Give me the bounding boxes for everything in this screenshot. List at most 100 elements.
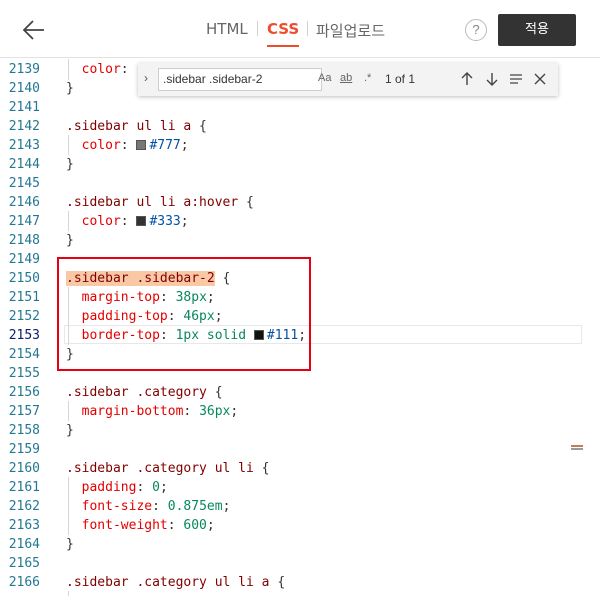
- css-property: color: [81, 214, 121, 229]
- code-line: 2157 margin-bottom: 36px;: [0, 402, 600, 421]
- line-number: 2144: [8, 157, 40, 172]
- css-value: 36px: [199, 404, 231, 419]
- css-selector: .sidebar .category ul li a: [66, 575, 270, 590]
- line-number: 2150: [8, 271, 40, 286]
- find-in-selection-icon[interactable]: [506, 69, 526, 89]
- previous-match-icon[interactable]: [457, 69, 477, 89]
- code-line: 2166 .sidebar .category ul li a {: [0, 573, 600, 592]
- css-value: 600: [183, 518, 207, 533]
- line-number: 2145: [8, 176, 40, 191]
- line-number: 2140: [8, 81, 40, 96]
- css-property: color: [81, 62, 121, 77]
- code-line: 2142 .sidebar ul li a {: [0, 117, 600, 136]
- next-match-icon[interactable]: [482, 69, 502, 89]
- line-number: 2162: [8, 499, 40, 514]
- code-text: font-weight: 600;: [81, 518, 215, 533]
- css-value: #333: [149, 214, 181, 229]
- line-number: 2161: [8, 480, 40, 495]
- css-property: color: [81, 138, 121, 153]
- line-number: 2142: [8, 119, 40, 134]
- code-text: margin-bottom: 36px;: [81, 404, 239, 419]
- find-input[interactable]: .sidebar .sidebar-2: [158, 68, 322, 91]
- code-text: }: [66, 233, 74, 248]
- line-number: 2166: [8, 575, 40, 590]
- code-line: 2144}: [0, 155, 600, 174]
- tab-divider: [307, 21, 308, 36]
- line-number: 2153: [8, 328, 40, 343]
- apply-button[interactable]: 적용: [498, 14, 576, 46]
- tab-html[interactable]: HTML: [206, 20, 248, 38]
- toggle-replace-icon[interactable]: ›: [144, 71, 148, 85]
- regex-option[interactable]: .*: [364, 72, 371, 84]
- css-selector: .sidebar ul li a: [66, 119, 192, 134]
- code-line: 2148}: [0, 231, 600, 250]
- line-number: 2158: [8, 423, 40, 438]
- code-text: }: [66, 157, 74, 172]
- line-number: 2152: [8, 309, 40, 324]
- help-button[interactable]: ?: [465, 19, 487, 41]
- top-bar: HTML CSS 파일업로드 ? 적용: [0, 0, 600, 58]
- code-text: color: #333;: [81, 214, 189, 229]
- match-count: 1 of 1: [385, 72, 416, 86]
- line-number: 2155: [8, 366, 40, 381]
- code-line: 2159: [0, 440, 600, 459]
- whole-word-option[interactable]: ab: [340, 72, 352, 84]
- code-line: 2147 color: #333;: [0, 212, 600, 231]
- css-selector: .sidebar .category ul li: [66, 461, 254, 476]
- brace: {: [206, 385, 223, 400]
- code-line: 2160 .sidebar .category ul li {: [0, 459, 600, 478]
- line-number: 2165: [8, 556, 40, 571]
- css-value: 0.875em: [167, 499, 223, 514]
- highlight-box: [57, 257, 311, 371]
- code-text: padding: 0;: [81, 480, 168, 495]
- css-property: padding: [81, 480, 137, 495]
- line-number: 2159: [8, 442, 40, 457]
- line-number: 2154: [8, 347, 40, 362]
- code-line: 2164}: [0, 535, 600, 554]
- line-number: 2149: [8, 252, 40, 267]
- code-text: .sidebar .category {: [66, 383, 223, 402]
- line-number: 2163: [8, 518, 40, 533]
- line-number: 2151: [8, 290, 40, 305]
- css-value: 0: [152, 480, 160, 495]
- line-number: 2164: [8, 537, 40, 552]
- line-number: 2148: [8, 233, 40, 248]
- code-text: color: #777;: [81, 138, 189, 153]
- css-selector: .sidebar ul li a:hover: [66, 195, 239, 210]
- code-line: 2143 color: #777;: [0, 136, 600, 155]
- code-line: 2145: [0, 174, 600, 193]
- code-text: color:: [81, 62, 137, 77]
- color-swatch: [136, 140, 147, 150]
- code-text: .sidebar ul li a {: [66, 117, 207, 136]
- tab-file-upload[interactable]: 파일업로드: [316, 20, 385, 41]
- find-widget: › .sidebar .sidebar-2 Aa ab .* 1 of 1: [138, 63, 558, 96]
- code-line: 2158}: [0, 421, 600, 440]
- brace: {: [191, 119, 207, 134]
- color-swatch: [136, 216, 147, 226]
- code-line: 2146 .sidebar ul li a:hover {: [0, 193, 600, 212]
- brace: {: [238, 195, 254, 210]
- code-text: .sidebar .category ul li {: [66, 459, 270, 478]
- close-icon[interactable]: [530, 69, 550, 89]
- code-text: .sidebar ul li a:hover {: [66, 193, 254, 212]
- line-number: 2139: [8, 62, 40, 77]
- line-number: 2157: [8, 404, 40, 419]
- code-line: 2141: [0, 98, 600, 117]
- code-editor[interactable]: 2139 color: 2140} 2141 2142 .sidebar ul li …: [0, 59, 600, 596]
- match-case-option[interactable]: Aa: [318, 72, 331, 84]
- code-line: 2161 padding: 0;: [0, 478, 600, 497]
- line-number: 2147: [8, 214, 40, 229]
- line-number: 2160: [8, 461, 40, 476]
- scrollbar-find-marker: [571, 445, 583, 447]
- scrollbar-cursor-marker: [571, 448, 583, 450]
- css-property: font-size: [81, 499, 153, 514]
- tab-divider: [257, 21, 258, 36]
- css-value: #777: [149, 138, 181, 153]
- code-text: }: [66, 81, 74, 96]
- css-selector: .sidebar .category: [66, 385, 207, 400]
- code-text: .sidebar .category ul li a {: [66, 573, 285, 592]
- brace: {: [253, 461, 270, 476]
- code-text: font-size: 0.875em;: [81, 499, 231, 514]
- brace: {: [269, 575, 286, 590]
- tab-css[interactable]: CSS: [267, 20, 300, 47]
